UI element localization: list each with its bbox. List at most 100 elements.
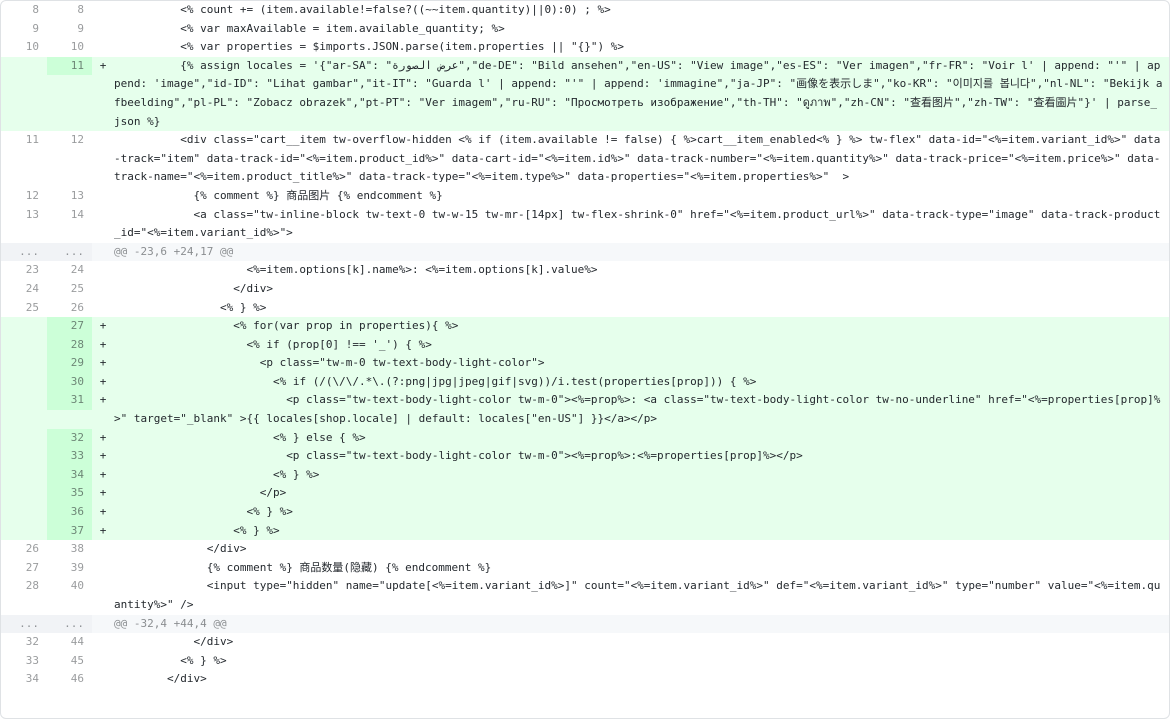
old-line-number[interactable]: 25	[1, 299, 47, 318]
hunk-header-row: ...... @@ -23,6 +24,17 @@	[1, 242, 1169, 262]
added-line-row: 27 + <% for(var prop in properties){ %>	[1, 317, 1169, 336]
expand-hunk-old-button[interactable]: ...	[1, 242, 47, 262]
code-line: <% } %>	[114, 653, 227, 667]
old-line-number[interactable]: 32	[1, 633, 47, 652]
code-line: <% for(var prop in properties){ %>	[114, 319, 459, 333]
old-line-number[interactable]: 11	[1, 131, 47, 150]
new-line-number[interactable]: 44	[47, 633, 92, 652]
added-line-row: 32 + <% } else { %>	[1, 428, 1169, 448]
code-line: </div>	[114, 281, 273, 295]
code-line: <% } else { %>	[114, 430, 366, 444]
new-line-number[interactable]: 35	[47, 484, 92, 504]
new-line-number[interactable]: 26	[47, 299, 92, 318]
context-line-row: 25 26 <% } %>	[1, 299, 1169, 318]
code-line: <p class="tw-text-body-light-color tw-m-…	[114, 449, 803, 463]
new-line-number[interactable]: 28	[47, 335, 92, 355]
new-line-number[interactable]: 33	[47, 447, 92, 466]
new-line-number[interactable]: 30	[47, 372, 92, 392]
new-line-number[interactable]: 36	[47, 503, 92, 522]
diff-sign: +	[99, 486, 107, 500]
added-line-row: 36 + <% } %>	[1, 503, 1169, 522]
added-line-row: 31 + <p class="tw-text-body-light-color t…	[1, 391, 1169, 429]
new-line-number[interactable]: 9	[47, 20, 92, 39]
code-line: {% comment %} 商品数量(隐藏) {% endcomment %}	[114, 560, 492, 574]
new-line-number[interactable]: 34	[47, 465, 92, 485]
hunk-header-row: ...... @@ -32,4 +44,4 @@	[1, 614, 1169, 634]
old-line-number[interactable]: 13	[1, 206, 47, 225]
new-line-number[interactable]: 40	[47, 577, 92, 596]
new-line-number[interactable]: 31	[47, 391, 92, 411]
code-line: <p class="tw-m-0 tw-text-body-light-colo…	[114, 356, 545, 370]
new-line-number[interactable]: 46	[47, 670, 92, 689]
diff-sign: +	[99, 393, 107, 407]
old-line-number[interactable]: 10	[1, 38, 47, 57]
context-line-row: 28 40 <input type="hidden" name="update[<…	[1, 577, 1169, 614]
added-line-row: 33 + <p class="tw-text-body-light-color t…	[1, 447, 1169, 466]
added-line-row: 37 + <% } %>	[1, 521, 1169, 541]
code-line: <div class="cart__item tw-overflow-hidde…	[114, 133, 1161, 184]
old-line-number[interactable]: 12	[1, 187, 47, 206]
new-line-number[interactable]: 12	[47, 131, 92, 150]
code-line: <% } %>	[114, 505, 293, 519]
code-line: </div>	[114, 542, 247, 556]
new-line-number[interactable]: 24	[47, 261, 92, 280]
added-line-row: 29 + <p class="tw-m-0 tw-text-body-light-…	[1, 354, 1169, 373]
context-line-row: 26 38 </div>	[1, 540, 1169, 559]
context-line-row: 32 44 </div>	[1, 633, 1169, 652]
new-line-number[interactable]: 38	[47, 540, 92, 559]
old-line-number[interactable]: 26	[1, 540, 47, 559]
diff-sign: +	[99, 374, 107, 388]
code-line: <% } %>	[114, 300, 267, 314]
code-line: <% var properties = $imports.JSON.parse(…	[114, 40, 624, 54]
context-line-row: 33 45 <% } %>	[1, 652, 1169, 671]
code-line: <% count += (item.available!=false?((~~i…	[114, 3, 611, 16]
old-line-number[interactable]: 8	[1, 1, 47, 20]
new-line-number[interactable]: 45	[47, 652, 92, 671]
added-line-row: 11 + {% assign locales = '{"ar-SA": "عرض …	[1, 56, 1169, 132]
code-line: <% } %>	[114, 467, 320, 481]
hunk-header: @@ -23,6 +24,17 @@	[114, 244, 234, 258]
old-line-number[interactable]: 9	[1, 20, 47, 39]
old-line-number[interactable]: 33	[1, 652, 47, 671]
expand-hunk-old-button[interactable]: ...	[1, 614, 47, 634]
code-line: <input type="hidden" name="update[<%=ite…	[114, 579, 1161, 611]
context-line-row: 34 46 </div>	[1, 670, 1169, 689]
new-line-number[interactable]: 25	[47, 280, 92, 299]
old-line-number[interactable]: 34	[1, 670, 47, 689]
code-line: <p class="tw-text-body-light-color tw-m-…	[114, 393, 1161, 426]
diff-sign: +	[99, 337, 107, 351]
added-line-row: 30 + <% if (/(\/\/.*\.(?:png|jpg|jpeg|gif…	[1, 372, 1169, 392]
expand-hunk-new-button[interactable]: ...	[47, 614, 92, 634]
expand-hunk-new-button[interactable]: ...	[47, 242, 92, 262]
old-line-number[interactable]: 23	[1, 261, 47, 280]
code-line: {% comment %} 商品图片 {% endcomment %}	[114, 188, 443, 202]
diff-sign: +	[99, 523, 107, 537]
new-line-number[interactable]: 32	[47, 428, 92, 448]
new-line-number[interactable]: 37	[47, 521, 92, 541]
new-line-number[interactable]: 8	[47, 1, 92, 20]
old-line-number[interactable]: 28	[1, 577, 47, 596]
diff-sign: +	[99, 505, 107, 519]
new-line-number[interactable]: 10	[47, 38, 92, 57]
context-line-row: 12 13 {% comment %} 商品图片 {% endcomment %}	[1, 187, 1169, 206]
old-line-number[interactable]: 24	[1, 280, 47, 299]
new-line-number[interactable]: 14	[47, 206, 92, 225]
new-line-number[interactable]: 11	[47, 56, 92, 76]
new-line-number[interactable]: 13	[47, 187, 92, 206]
code-line: <% } %>	[114, 523, 280, 537]
context-line-row: 99 <% var maxAvailable = item.available_…	[1, 20, 1169, 39]
old-line-number[interactable]: 27	[1, 559, 47, 578]
diff-view: 88 <% count += (item.available!=false?((…	[0, 0, 1170, 719]
diff-sign: +	[99, 449, 107, 463]
code-line: </div>	[114, 672, 207, 686]
code-line: <% if (/(\/\/.*\.(?:png|jpg|jpeg|gif|svg…	[114, 374, 757, 388]
context-line-row: 10 10 <% var properties = $imports.JSON.p…	[1, 38, 1169, 57]
diff-sign: +	[99, 467, 107, 481]
new-line-number[interactable]: 39	[47, 559, 92, 578]
new-line-number[interactable]: 29	[47, 354, 92, 373]
diff-sign: +	[99, 58, 107, 72]
code-line: </p>	[114, 486, 287, 500]
new-line-number[interactable]: 27	[47, 317, 92, 336]
hunk-header: @@ -32,4 +44,4 @@	[114, 616, 227, 630]
code-line: <% if (prop[0] !== '_') { %>	[114, 337, 432, 351]
